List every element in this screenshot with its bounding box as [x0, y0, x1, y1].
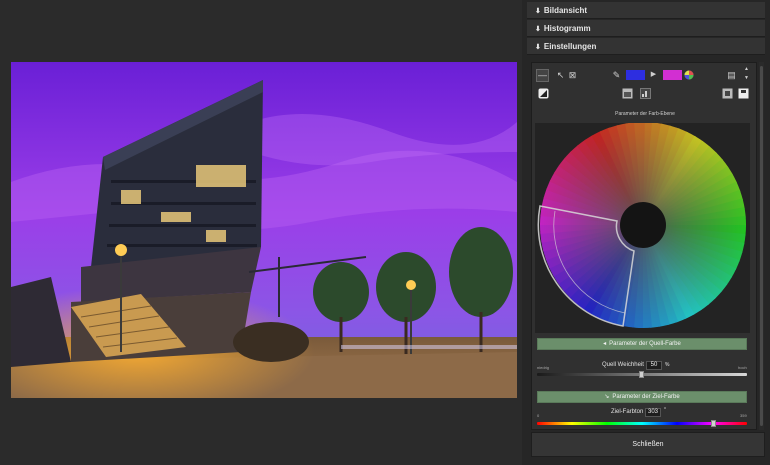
stepper-down-icon[interactable]: ▼: [740, 74, 753, 82]
scrollbar-thumb[interactable]: [760, 66, 763, 426]
source-softness-min: niedrig: [537, 365, 550, 370]
section-label: Einstellungen: [543, 42, 597, 51]
target-hue-label: Ziel-Farbton: [611, 409, 644, 415]
target-hue-field[interactable]: 303: [645, 408, 661, 417]
disclosure-arrow-icon: ⬇: [535, 44, 541, 51]
color-wheel-icon[interactable]: [684, 70, 694, 80]
reset-icon[interactable]: [722, 88, 733, 99]
photo-preview-image: [11, 62, 517, 398]
eyedropper-icon: ✎: [612, 70, 621, 80]
stepper-up-icon[interactable]: ▲: [740, 65, 753, 73]
document-icon[interactable]: ▤: [725, 69, 738, 82]
minus-tool-button[interactable]: —: [536, 69, 549, 82]
color-wheel-area: [535, 122, 750, 333]
source-color-params-button[interactable]: ◂ Parameter der Quell-Farbe: [537, 338, 747, 350]
disclosure-arrow-icon: ⬇: [535, 26, 541, 33]
target-hue-max: 359: [740, 413, 747, 418]
eyedropper-button[interactable]: ✎: [610, 69, 623, 82]
apply-arrow-icon: ▶: [650, 71, 657, 78]
histogram-view-icon[interactable]: [640, 88, 651, 99]
einstellungen-content: — ↖ ⊠ ✎ ▶ ▤ ▲ ▼ Parameter der Farb-Ebene…: [531, 62, 757, 430]
close-button[interactable]: Schließen: [531, 432, 765, 457]
source-softness-field[interactable]: 50: [646, 361, 662, 370]
target-hue-thumb[interactable]: [711, 420, 717, 427]
panel-scrollbar[interactable]: [759, 62, 764, 430]
source-softness-label: Quell Weichheit: [602, 362, 644, 368]
hue-saturation-wheel[interactable]: [535, 122, 750, 333]
source-softness-max: hoch: [738, 365, 747, 370]
image-canvas-area: [0, 0, 522, 465]
image-view-icon[interactable]: [622, 88, 633, 99]
source-softness-unit: %: [665, 362, 670, 368]
target-hue-unit: °: [664, 407, 666, 413]
expand-arrow-icon: ◂: [603, 341, 607, 347]
layer-mask-icon[interactable]: [538, 88, 549, 99]
source-color-swatch[interactable]: [626, 70, 645, 80]
section-header-einstellungen[interactable]: ⬇ Einstellungen: [527, 38, 765, 55]
section-header-bildansicht[interactable]: ⬇ Bildansicht: [527, 2, 765, 19]
settings-side-panel: ⬇ Bildansicht ⬇ Histogramm ⬇ Einstellungen …: [527, 0, 770, 465]
save-preset-icon[interactable]: [738, 88, 749, 99]
source-softness-thumb[interactable]: [639, 371, 644, 378]
target-color-swatch[interactable]: [663, 70, 682, 80]
section-label: Histogramm: [543, 24, 591, 33]
photo-preview[interactable]: [11, 62, 517, 398]
minus-icon: —: [538, 70, 547, 80]
select-icon: ⊠: [568, 70, 577, 80]
expand-arrow-icon: ↘: [604, 394, 610, 400]
target-color-params-button[interactable]: ↘ Parameter der Ziel-Farbe: [537, 391, 747, 403]
disclosure-arrow-icon: ⬇: [535, 8, 541, 15]
select-tool-button[interactable]: ⊠: [566, 69, 579, 82]
target-hue-min: 0: [537, 413, 540, 418]
wheel-title: Parameter der Farb-Ebene: [615, 111, 675, 117]
section-header-histogramm[interactable]: ⬇ Histogramm: [527, 20, 765, 37]
section-label: Bildansicht: [543, 6, 587, 15]
pointer-icon: ↖: [556, 70, 565, 80]
